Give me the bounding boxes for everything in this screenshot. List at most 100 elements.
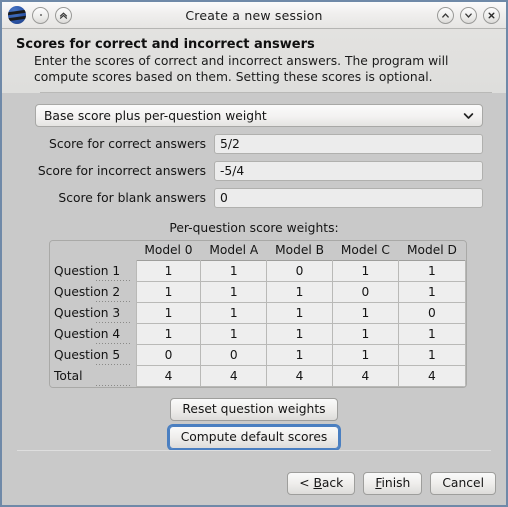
finish-button[interactable]: Finish (363, 472, 423, 495)
label-score-blank: Score for blank answers (58, 191, 206, 205)
column-header-label: Model B (275, 243, 324, 257)
weight-cell[interactable]: 1 (200, 260, 268, 282)
column-header-label: Model D (406, 243, 457, 257)
row-header-label: Question 4 (54, 327, 121, 341)
field-row-blank: Score for blank answers 0 (2, 188, 483, 208)
cancel-button[interactable]: Cancel (430, 472, 496, 495)
chevron-down-icon (463, 112, 474, 120)
total-cell: 4 (200, 365, 268, 387)
row-header-label: Question 1 (54, 264, 121, 278)
dialog-body: Base score plus per-question weight Scor… (2, 93, 506, 505)
table-row-total: Total 4 4 4 4 4 (50, 365, 466, 387)
column-header-model-0[interactable]: Model 0 (136, 241, 202, 261)
weight-cell[interactable]: 1 (331, 344, 399, 366)
weights-table: Model 0 Model A Model B Model C Model D … (50, 241, 466, 387)
menu-dot-button[interactable] (32, 6, 49, 24)
row-header-question-1: Question 1 (50, 260, 136, 282)
row-separator (96, 279, 132, 281)
row-separator (96, 342, 132, 344)
weight-cell[interactable]: 1 (397, 344, 466, 366)
minimize-button[interactable] (460, 6, 477, 24)
weight-cell[interactable]: 1 (331, 302, 399, 324)
close-button[interactable] (483, 6, 500, 24)
row-header-question-2: Question 2 (50, 281, 136, 303)
weight-cell[interactable]: 1 (200, 323, 268, 345)
row-separator (96, 300, 132, 302)
app-logo-icon (8, 6, 26, 24)
column-header-model-a[interactable]: Model A (200, 241, 268, 261)
weight-cell[interactable]: 1 (397, 260, 466, 282)
weight-cell[interactable]: 0 (331, 281, 399, 303)
weight-cell[interactable]: 0 (200, 344, 268, 366)
footer-divider (17, 450, 491, 451)
score-incorrect-input[interactable]: -5/4 (214, 161, 483, 181)
label-score-incorrect: Score for incorrect answers (37, 164, 206, 178)
row-header-label: Question 2 (54, 285, 121, 299)
table-row: Question 4 1 1 1 1 1 (50, 323, 466, 345)
table-header-row: Model 0 Model A Model B Model C Model D (50, 241, 466, 261)
field-row-incorrect: Score for incorrect answers -5/4 (2, 161, 483, 181)
compute-default-scores-button[interactable]: Compute default scores (168, 426, 340, 449)
column-header-model-d[interactable]: Model D (398, 241, 466, 261)
column-header-model-c[interactable]: Model C (332, 241, 400, 261)
weight-cell[interactable]: 0 (397, 302, 466, 324)
score-correct-input[interactable]: 5/2 (214, 134, 483, 154)
column-header-label: Model A (209, 243, 259, 257)
weight-cell[interactable]: 1 (135, 302, 202, 324)
weight-cell[interactable]: 1 (266, 302, 333, 324)
row-header-label: Question 3 (54, 306, 121, 320)
table-action-buttons: Reset question weights Compute default s… (2, 398, 506, 449)
row-header-question-4: Question 4 (50, 323, 136, 345)
table-row: Question 1 1 1 0 1 1 (50, 260, 466, 282)
weight-cell[interactable]: 1 (200, 302, 268, 324)
total-cell: 4 (135, 365, 202, 387)
weight-cell[interactable]: 1 (200, 281, 268, 303)
weight-cell[interactable]: 1 (397, 281, 466, 303)
weight-cell[interactable]: 1 (135, 260, 202, 282)
reset-question-weights-button[interactable]: Reset question weights (170, 398, 338, 421)
row-separator (96, 321, 132, 323)
weights-table-frame: Model 0 Model A Model B Model C Model D … (49, 240, 467, 388)
weight-cell[interactable]: 1 (331, 323, 399, 345)
page-description: Enter the scores of correct and incorrec… (34, 54, 449, 84)
weight-cell[interactable]: 0 (135, 344, 202, 366)
weight-cell[interactable]: 1 (135, 281, 202, 303)
column-header-label: Model C (340, 243, 390, 257)
row-header-question-3: Question 3 (50, 302, 136, 324)
footer-buttons: < Back Finish Cancel (12, 472, 496, 495)
page-title: Scores for correct and incorrect answers (16, 37, 315, 52)
weight-cell[interactable]: 1 (135, 323, 202, 345)
column-separator[interactable] (465, 244, 466, 257)
row-separator (96, 363, 132, 365)
table-row: Question 2 1 1 1 0 1 (50, 281, 466, 303)
maximize-button[interactable] (437, 6, 454, 24)
total-cell: 4 (397, 365, 466, 387)
score-mode-select[interactable]: Base score plus per-question weight (35, 104, 483, 127)
titlebar-left-controls (8, 6, 72, 24)
table-row: Question 5 0 0 1 1 1 (50, 344, 466, 366)
window-title: Create a new session (185, 7, 323, 23)
weights-table-caption: Per-question score weights: (169, 221, 339, 235)
column-header-model-b[interactable]: Model B (266, 241, 334, 261)
label-score-correct: Score for correct answers (49, 137, 206, 151)
weight-cell[interactable]: 1 (331, 260, 399, 282)
row-header-total: Total (50, 365, 136, 387)
row-separator (96, 384, 132, 386)
weight-cell[interactable]: 0 (266, 260, 333, 282)
window-controls (437, 6, 500, 24)
score-mode-value: Base score plus per-question weight (44, 108, 267, 123)
table-row: Question 3 1 1 1 1 0 (50, 302, 466, 324)
weight-cell[interactable]: 1 (266, 344, 333, 366)
table-corner-cell (50, 241, 136, 261)
shade-button[interactable] (55, 6, 72, 24)
dialog-footer: < Back Finish Cancel (2, 450, 506, 505)
weight-cell[interactable]: 1 (397, 323, 466, 345)
back-button[interactable]: < Back (287, 472, 356, 495)
weight-cell[interactable]: 1 (266, 281, 333, 303)
row-header-question-5: Question 5 (50, 344, 136, 366)
dialog-window: Create a new session Scores for correct … (0, 0, 508, 507)
weight-cell[interactable]: 1 (266, 323, 333, 345)
dialog-header: Scores for correct and incorrect answers… (2, 29, 506, 93)
row-header-label: Total (54, 369, 83, 383)
score-blank-input[interactable]: 0 (214, 188, 483, 208)
